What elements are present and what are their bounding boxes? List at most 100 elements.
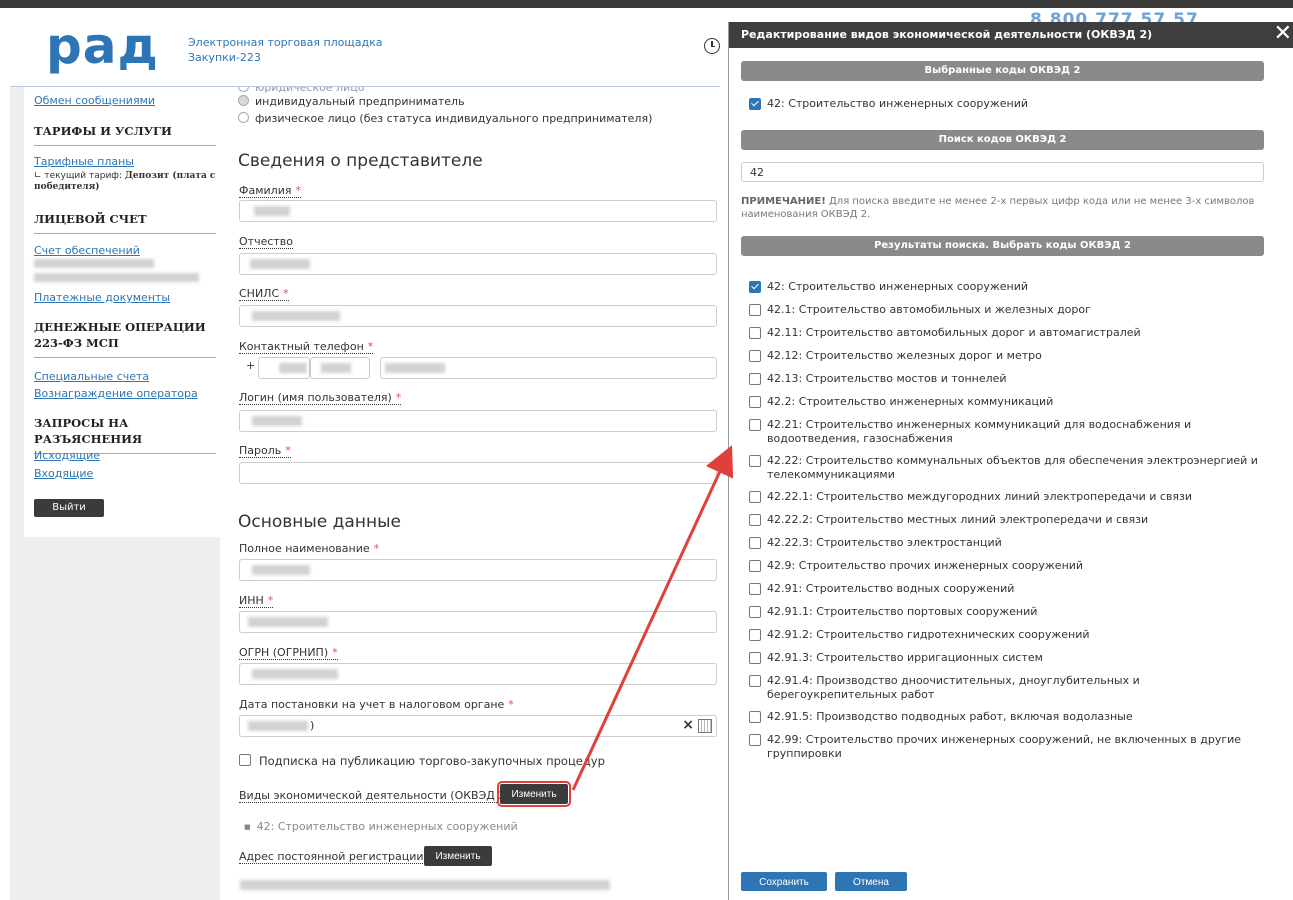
checkbox-icon[interactable]: [749, 373, 761, 385]
sidebar-link-security-account[interactable]: Счет обеспечений: [34, 244, 140, 257]
okved-code-label: 42.22.1: Строительство междугородних лин…: [767, 490, 1193, 503]
checkbox-checked-icon[interactable]: [749, 281, 761, 293]
okved-selected-text: 42: Строительство инженерных сооружений: [256, 820, 518, 833]
surname-input[interactable]: [239, 200, 717, 222]
result-code-item[interactable]: 42.2: Строительство инженерных коммуника…: [749, 395, 1269, 409]
result-code-item[interactable]: 42.99: Строительство прочих инженерных с…: [749, 733, 1269, 761]
result-code-item[interactable]: 42.91.2: Строительство гидротехнических …: [749, 628, 1269, 642]
phone-code-input[interactable]: [310, 357, 370, 379]
checkbox-icon[interactable]: [749, 711, 761, 723]
okved-change-button[interactable]: Изменить: [497, 781, 571, 807]
result-code-item[interactable]: 42.13: Строительство мостов и тоннелей: [749, 372, 1269, 386]
sidebar-link-messages[interactable]: Обмен сообщениями: [34, 94, 155, 107]
sidebar-link-incoming[interactable]: Входящие: [34, 467, 93, 480]
snils-label: СНИЛС *: [239, 287, 289, 301]
current-tariff-prefix: ∟ текущий тариф:: [34, 171, 123, 181]
result-code-item[interactable]: 42.91.1: Строительство портовых сооружен…: [749, 605, 1269, 619]
radio-ip[interactable]: индивидуальный предприниматель: [238, 95, 465, 108]
tax-date-input[interactable]: ) ×: [239, 715, 717, 737]
bullet-icon: ■: [244, 823, 251, 831]
okved-code-label: 42.11: Строительство автомобильных дорог…: [767, 326, 1141, 339]
selected-code-item[interactable]: 42: Строительство инженерных сооружений: [749, 97, 1269, 111]
fullname-input[interactable]: [239, 559, 717, 581]
okved-code-label: 42.1: Строительство автомобильных и желе…: [767, 303, 1091, 316]
checkbox-icon[interactable]: [749, 583, 761, 595]
checkbox-icon[interactable]: [749, 537, 761, 549]
subscribe-label: Подписка на публикацию торгово-закупочны…: [259, 754, 605, 768]
phone-plus: +: [246, 359, 256, 372]
save-button[interactable]: Сохранить: [741, 872, 827, 891]
checkbox-icon[interactable]: [749, 560, 761, 572]
radio-individual[interactable]: физическое лицо (без статуса индивидуаль…: [238, 112, 652, 125]
cancel-button[interactable]: Отмена: [835, 872, 907, 891]
checkbox-checked-icon[interactable]: [749, 98, 761, 110]
checkbox-icon[interactable]: [749, 304, 761, 316]
result-code-item[interactable]: 42.12: Строительство железных дорог и ме…: [749, 349, 1269, 363]
result-code-item[interactable]: 42: Строительство инженерных сооружений: [749, 280, 1269, 294]
subscribe-checkbox[interactable]: Подписка на публикацию торгово-закупочны…: [239, 754, 605, 768]
sidebar-link-payment-docs[interactable]: Платежные документы: [34, 291, 170, 304]
result-code-item[interactable]: 42.21: Строительство инженерных коммуник…: [749, 418, 1269, 446]
sidebar-link-operator-fee[interactable]: Вознаграждение оператора: [34, 387, 198, 400]
login-input[interactable]: [239, 410, 717, 432]
checkbox-icon[interactable]: [749, 419, 761, 431]
okved-code-label: 42.22.2: Строительство местных линий эле…: [767, 513, 1149, 526]
sidebar-link-special-accounts[interactable]: Специальные счета: [34, 370, 149, 383]
sidebar-link-outgoing[interactable]: Исходящие: [34, 449, 100, 462]
result-code-item[interactable]: 42.91: Строительство водных сооружений: [749, 582, 1269, 596]
checkbox-icon[interactable]: [749, 675, 761, 687]
calendar-icon[interactable]: [698, 719, 712, 733]
ogrn-input[interactable]: [239, 663, 717, 685]
result-code-item[interactable]: 42.9: Строительство прочих инженерных со…: [749, 559, 1269, 573]
okved-code-label: 42.91.5: Производство подводных работ, в…: [767, 710, 1133, 723]
representative-title: Сведения о представителе: [238, 151, 483, 171]
tax-date-label: Дата постановки на учет в налоговом орга…: [239, 698, 514, 711]
result-code-item[interactable]: 42.22.3: Строительство электростанций: [749, 536, 1269, 550]
okved-code-label: 42.12: Строительство железных дорог и ме…: [767, 349, 1042, 362]
checkbox-icon[interactable]: [749, 350, 761, 362]
checkbox-icon[interactable]: [749, 396, 761, 408]
results-header: Результаты поиска. Выбрать коды ОКВЭД 2: [741, 236, 1264, 256]
rad-logo[interactable]: рад: [46, 16, 159, 76]
radio-selected-icon: [238, 95, 249, 106]
sidebar-link-tariff-plans[interactable]: Тарифные планы: [34, 155, 134, 168]
dialog-header: Редактирование видов экономической деяте…: [729, 21, 1293, 48]
okved-code-label: 42.22.3: Строительство электростанций: [767, 536, 1002, 549]
patronymic-input[interactable]: [239, 253, 717, 275]
checkbox-icon[interactable]: [749, 455, 761, 467]
okved-selected-item: ■ 42: Строительство инженерных сооружений: [244, 820, 518, 833]
result-code-item[interactable]: 42.11: Строительство автомобильных дорог…: [749, 326, 1269, 340]
phone-number-input[interactable]: [380, 357, 717, 379]
result-code-item[interactable]: 42.22.1: Строительство междугородних лин…: [749, 490, 1269, 504]
address-change-button[interactable]: Изменить: [424, 846, 492, 866]
phone-country-input[interactable]: [258, 357, 310, 379]
close-icon[interactable]: ✕: [1274, 21, 1292, 47]
logout-button[interactable]: Выйти: [34, 499, 104, 517]
checkbox-icon[interactable]: [749, 652, 761, 664]
checkbox-icon[interactable]: [749, 491, 761, 503]
result-code-item[interactable]: 42.91.5: Производство подводных работ, в…: [749, 710, 1269, 724]
okved-code-label: 42.2: Строительство инженерных коммуника…: [767, 395, 1054, 408]
checkbox-icon[interactable]: [749, 606, 761, 618]
sidebar-heading-money-ops: ДЕНЕЖНЫЕ ОПЕРАЦИИ 223-ФЗ МСП: [34, 319, 216, 358]
result-code-item[interactable]: 42.22: Строительство коммунальных объект…: [749, 454, 1269, 482]
clock-icon[interactable]: [704, 38, 720, 54]
okved-dialog: Редактирование видов экономической деяте…: [728, 21, 1293, 900]
snils-input[interactable]: [239, 305, 717, 327]
checkbox-icon[interactable]: [749, 514, 761, 526]
checkbox-icon[interactable]: [749, 327, 761, 339]
note-bold: ПРИМЕЧАНИЕ!: [741, 196, 826, 207]
result-code-item[interactable]: 42.22.2: Строительство местных линий эле…: [749, 513, 1269, 527]
result-code-item[interactable]: 42.1: Строительство автомобильных и желе…: [749, 303, 1269, 317]
inn-input[interactable]: [239, 611, 717, 633]
inn-label: ИНН *: [239, 594, 274, 608]
okved-code-label: 42.91: Строительство водных сооружений: [767, 582, 1015, 595]
checkbox-icon[interactable]: [749, 629, 761, 641]
password-label: Пароль *: [239, 444, 291, 458]
password-input[interactable]: [239, 462, 717, 484]
checkbox-icon[interactable]: [749, 734, 761, 746]
search-input[interactable]: 42: [741, 162, 1264, 182]
result-code-item[interactable]: 42.91.3: Строительство ирригационных сис…: [749, 651, 1269, 665]
result-code-item[interactable]: 42.91.4: Производство дноочистительных, …: [749, 674, 1269, 702]
clear-date-icon[interactable]: ×: [682, 717, 694, 733]
